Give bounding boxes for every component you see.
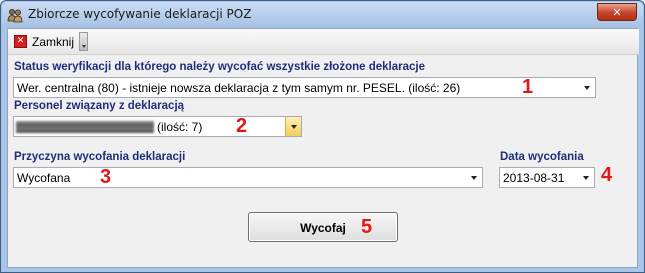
personnel-count: (ilość: 7) — [157, 120, 203, 134]
main-window: Zbiorcze wycofywanie deklaracji POZ Zamk… — [0, 0, 645, 273]
annotation-marker-3: 3 — [100, 166, 112, 188]
chevron-down-icon[interactable] — [579, 78, 595, 97]
toolbar-overflow-button[interactable] — [79, 32, 88, 51]
reason-combo[interactable]: Wycofana 3 — [13, 166, 483, 188]
withdraw-button[interactable]: Wycofaj 5 — [248, 212, 398, 242]
annotation-marker-4: 4 — [601, 164, 613, 186]
dialog-body: Zamknij Status weryfikacji dla którego n… — [7, 28, 639, 268]
date-field-label: Data wycofania — [500, 151, 584, 163]
annotation-marker-1: 1 — [522, 76, 534, 98]
chevron-down-icon[interactable] — [466, 168, 482, 187]
window-title: Zbiorcze wycofywanie deklaracji POZ — [28, 7, 252, 21]
personnel-combo[interactable]: (ilość: 7) 2 — [13, 115, 302, 137]
status-combo[interactable]: Wer. centralna (80) - istnieje nowsza de… — [13, 76, 596, 98]
status-combo-value: Wer. centralna (80) - istnieje nowsza de… — [17, 81, 461, 95]
window-close-button[interactable] — [597, 3, 637, 21]
close-button[interactable]: Zamknij — [10, 31, 76, 52]
date-picker-value: 2013-08-31 — [503, 171, 565, 185]
annotation-marker-2: 2 — [236, 115, 248, 137]
date-picker[interactable]: 2013-08-31 — [499, 167, 595, 188]
app-people-icon — [7, 9, 23, 23]
reason-combo-value: Wycofana — [17, 171, 71, 185]
title-bar[interactable]: Zbiorcze wycofywanie deklaracji POZ — [2, 2, 643, 28]
red-x-icon — [14, 35, 27, 48]
toolbar: Zamknij — [8, 29, 639, 55]
redacted-names — [16, 121, 154, 133]
personnel-field-label: Personel związany z deklaracją — [14, 100, 185, 112]
chevron-down-icon[interactable] — [285, 117, 301, 136]
reason-field-label: Przyczyna wycofania deklaracji — [14, 151, 186, 163]
annotation-marker-5: 5 — [361, 216, 373, 238]
status-field-label: Status weryfikacji dla którego należy wy… — [14, 61, 425, 73]
chevron-down-icon[interactable] — [578, 168, 594, 187]
withdraw-button-label: Wycofaj — [300, 221, 346, 235]
close-button-label: Zamknij — [32, 35, 75, 49]
